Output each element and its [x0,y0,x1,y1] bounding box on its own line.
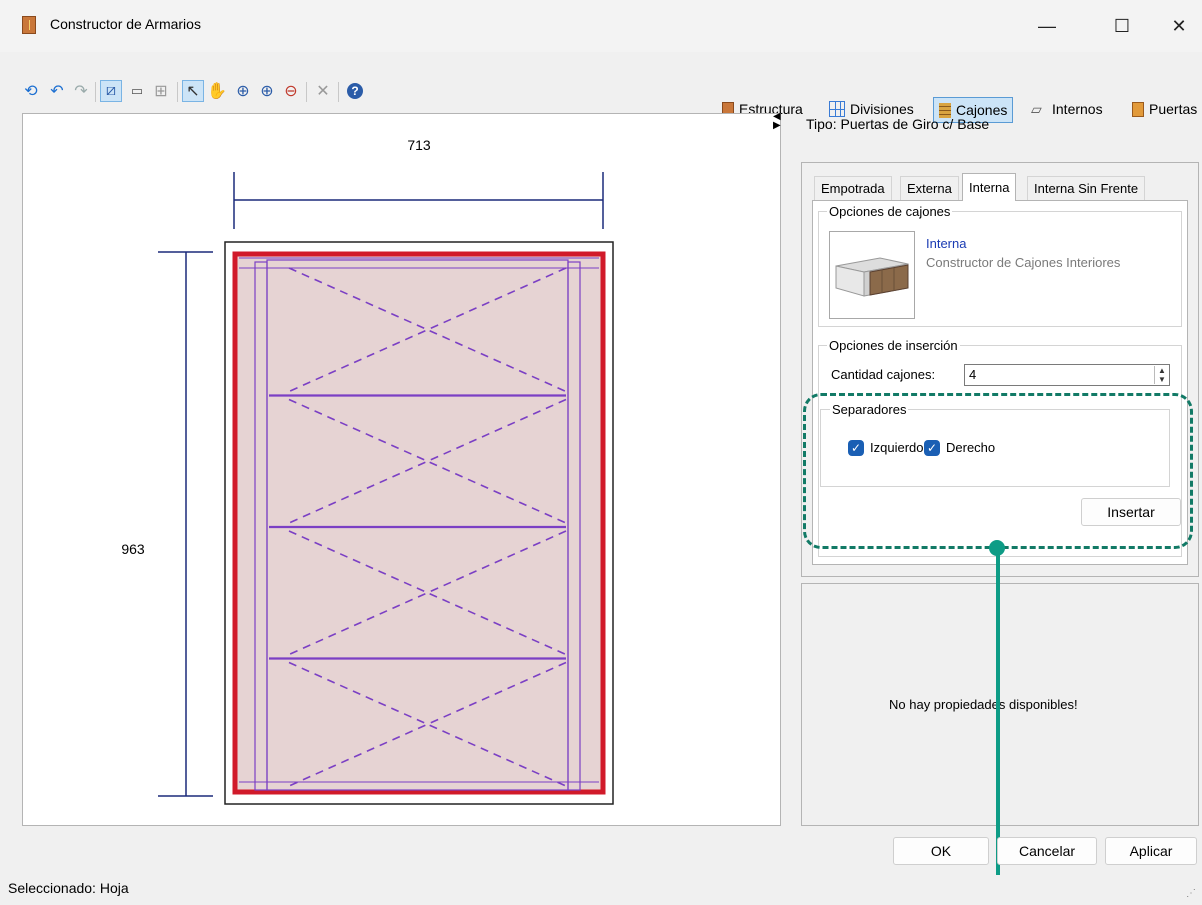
zoom-in-icon[interactable]: ⊕ [256,80,278,102]
tab-empotrada[interactable]: Empotrada [814,176,892,200]
grid-icon [829,101,845,117]
maximize-button[interactable]: ☐ [1099,10,1145,42]
spin-down-icon[interactable]: ▼ [1158,375,1166,384]
table-icon[interactable]: ⊞ [150,80,172,102]
qty-spinner[interactable]: ▲ ▼ [1154,366,1169,384]
undo-icon[interactable]: ↶ [46,80,68,102]
cancel-button[interactable]: Cancelar [997,837,1097,865]
tab-divisiones-label: Divisiones [850,101,914,117]
properties-message: No hay propiedades disponibles! [889,697,1078,712]
pan-hand-icon[interactable]: ✋ [206,80,228,102]
frame-icon[interactable]: ▭ [126,80,148,102]
drawer-type-title[interactable]: Interna [926,236,966,251]
design-canvas[interactable]: 713 963 [22,113,781,826]
drawer-image [835,257,909,297]
status-text: Seleccionado: Hoja [8,880,129,896]
tab-internos[interactable]: ▱ Internos [1031,96,1103,122]
zoom-extents-icon[interactable]: ⊕ [232,80,254,102]
spin-up-icon[interactable]: ▲ [1158,366,1166,375]
pointer-dot [989,540,1005,556]
height-dimension-label: 963 [121,541,145,557]
help-icon[interactable]: ? [344,80,366,102]
insert-options-label: Opciones de inserción [827,338,960,353]
collapse-arrows-icon[interactable]: ◀ ▶ [773,112,781,131]
tipo-label: Tipo: Puertas de Giro c/ Base [806,116,990,132]
delete-icon[interactable]: ✕ [312,80,334,102]
separators-highlight [803,393,1193,549]
ok-button[interactable]: OK [893,837,989,865]
minimize-button[interactable]: — [1024,10,1070,42]
tab-interna[interactable]: Interna [962,173,1017,201]
resize-grip-icon[interactable]: ⋰ [1186,888,1196,899]
refresh-icon[interactable]: ⟲ [20,80,42,102]
apply-button[interactable]: Aplicar [1105,837,1197,865]
tab-externa[interactable]: Externa [900,176,959,200]
tab-internos-label: Internos [1052,101,1103,117]
toolbar: ⟲ ↶ ↷ ⧄ ▭ ⊞ ↖ ✋ ⊕ ⊕ ⊖ ✕ ? [0,80,1202,108]
drawer-thumbnail[interactable] [829,231,915,319]
status-bar [0,875,1202,905]
drawer-options-label: Opciones de cajones [827,204,953,219]
window-title: Constructor de Armarios [50,16,201,32]
app-icon [22,16,36,34]
redo-icon[interactable]: ↷ [70,80,92,102]
tab-interna-sin-frente[interactable]: Interna Sin Frente [1027,176,1146,200]
tab-puertas-label: Puertas [1149,101,1198,117]
width-dimension-label: 713 [407,137,431,153]
close-button[interactable]: ✕ [1156,10,1202,42]
qty-label: Cantidad cajones: [831,367,936,382]
door-icon [1132,101,1144,117]
tab-puertas[interactable]: Puertas [1132,96,1197,122]
cabinet-view-icon[interactable]: ⧄ [100,80,122,102]
cabinet-drawing: 713 963 [121,137,614,805]
qty-input[interactable]: 4 [964,364,1170,386]
zoom-out-icon[interactable]: ⊖ [280,80,302,102]
select-arrow-icon[interactable]: ↖ [182,80,204,102]
drawer-type-desc: Constructor de Cajones Interiores [926,255,1121,270]
shelves-icon: ▱ [1031,100,1042,117]
